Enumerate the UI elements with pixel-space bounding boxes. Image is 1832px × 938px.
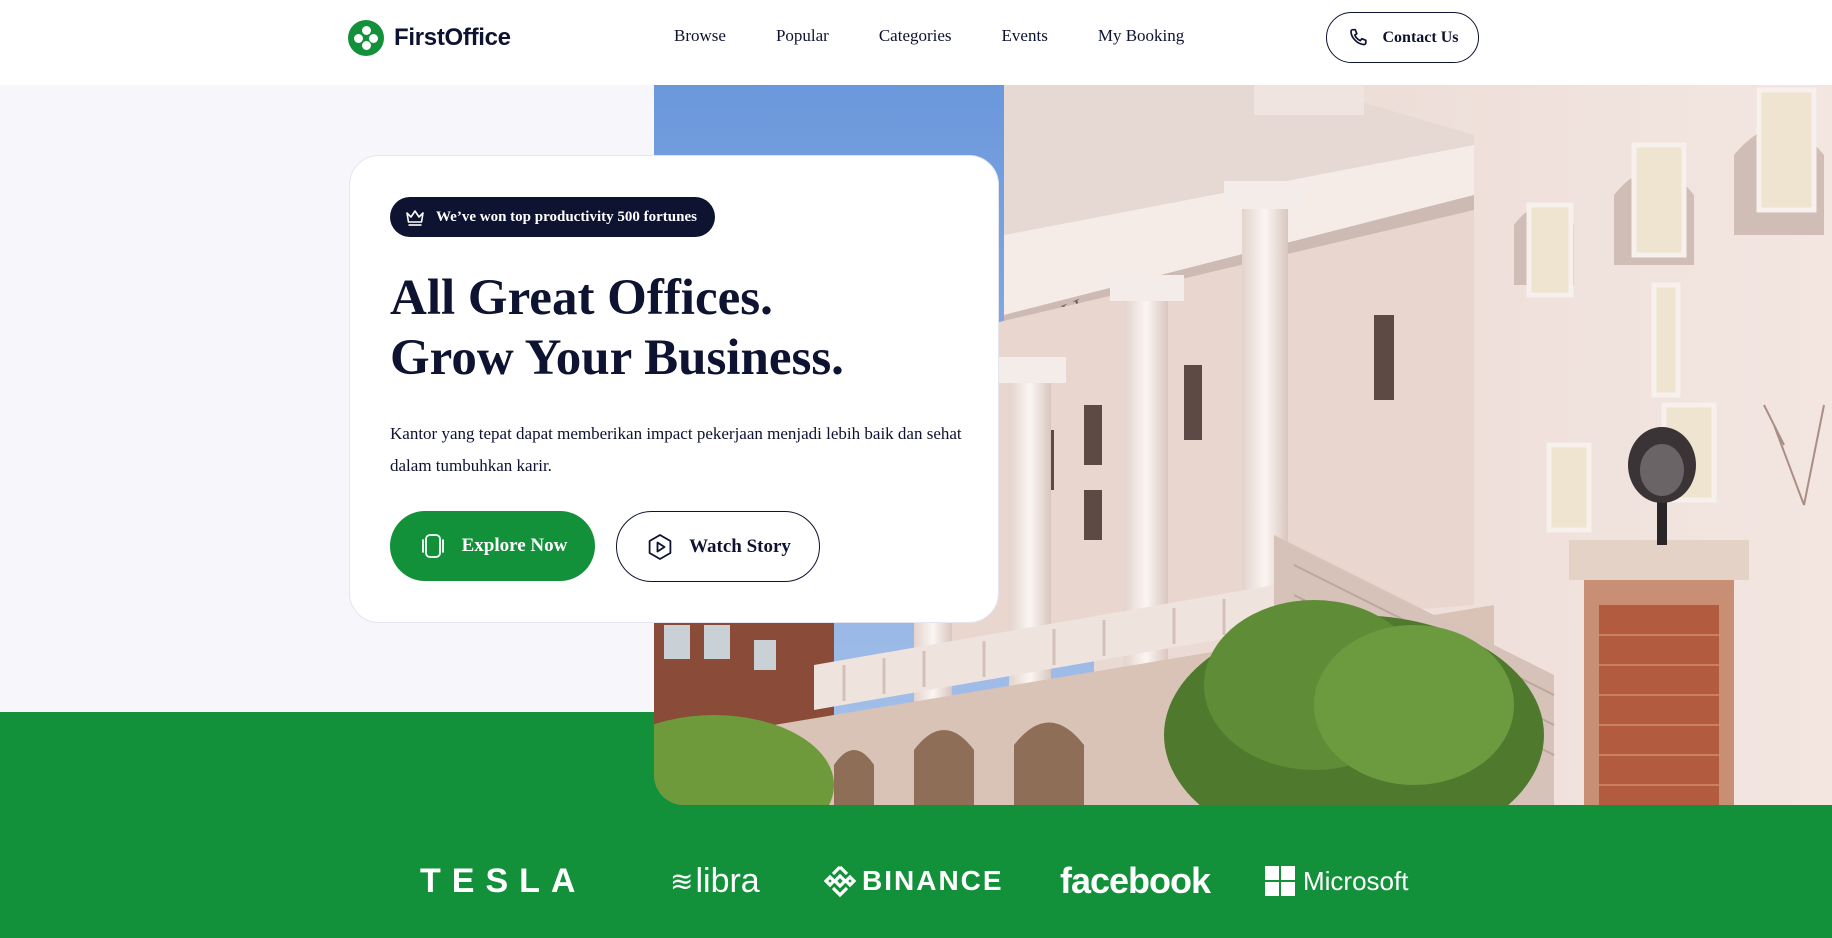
brand-binance: BINANCE	[822, 858, 1004, 904]
nav-browse[interactable]: Browse	[674, 26, 726, 46]
contact-us-button[interactable]: Contact Us	[1326, 12, 1479, 63]
crown-icon	[406, 210, 424, 226]
brand-libra: ≋ libra	[670, 861, 760, 900]
binance-mark-icon	[823, 865, 857, 898]
phone-icon	[1349, 28, 1367, 45]
hero-description: Kantor yang tepat dapat memberikan impac…	[390, 424, 962, 475]
brand-logos: TESLA ≋ libra BINANCE facebook Microsoft	[420, 858, 1420, 904]
hero-card: We’ve won top productivity 500 fortunes …	[349, 155, 999, 623]
hero-headline: All Great Offices. Grow Your Business.	[390, 268, 844, 388]
nav-popular[interactable]: Popular	[776, 26, 829, 46]
logo[interactable]: FirstOffice	[348, 20, 511, 56]
award-badge-text: We’ve won top productivity 500 fortunes	[436, 208, 697, 225]
watch-story-label: Watch Story	[689, 535, 791, 557]
main-nav: Browse Popular Categories Events My Book…	[674, 26, 1184, 46]
nav-events[interactable]: Events	[1002, 26, 1048, 46]
play-icon	[648, 533, 672, 560]
brand-microsoft: Microsoft	[1265, 858, 1408, 904]
logo-mark-icon	[348, 20, 384, 56]
hero-headline-line-1: All Great Offices.	[390, 270, 773, 326]
explore-now-button[interactable]: Explore Now	[390, 511, 595, 581]
logo-text: FirstOffice	[394, 24, 511, 51]
site-header: FirstOffice Browse Popular Categories Ev…	[0, 0, 1832, 85]
nav-categories[interactable]: Categories	[879, 26, 952, 46]
brand-tesla: TESLA	[420, 861, 587, 900]
nav-my-booking[interactable]: My Booking	[1098, 26, 1184, 46]
brand-facebook: facebook	[1060, 860, 1211, 901]
watch-story-button[interactable]: Watch Story	[616, 511, 820, 582]
award-badge: We’ve won top productivity 500 fortunes	[390, 197, 715, 237]
explore-now-label: Explore Now	[461, 535, 568, 556]
contact-us-label: Contact Us	[1382, 28, 1459, 46]
microsoft-mark-icon	[1265, 866, 1295, 896]
hero-headline-line-2: Grow Your Business.	[390, 330, 844, 386]
mobile-icon	[421, 534, 444, 558]
